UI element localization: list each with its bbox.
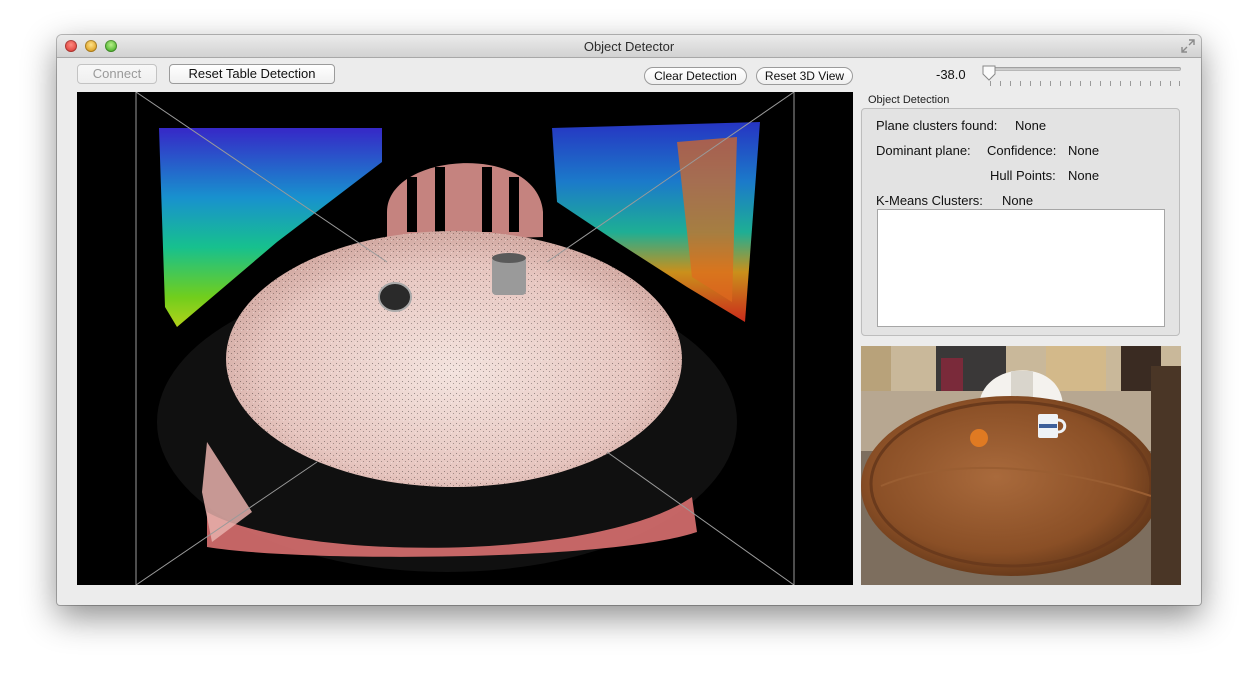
kmeans-clusters-list[interactable]	[877, 209, 1165, 327]
camera-rgb-view	[861, 346, 1181, 585]
app-window: Object Detector Connect Reset Table Dete…	[57, 35, 1201, 605]
dominant-plane-label: Dominant plane:	[876, 143, 971, 158]
hull-points-label: Hull Points:	[990, 168, 1056, 183]
object-detection-title: Object Detection	[868, 94, 950, 106]
kmeans-clusters-label: K-Means Clusters:	[876, 193, 983, 208]
kmeans-clusters-value: None	[1002, 193, 1034, 208]
connect-button[interactable]: Connect	[77, 64, 157, 84]
slider-thumb[interactable]	[982, 65, 996, 81]
reset-3d-view-button[interactable]: Reset 3D View	[756, 67, 853, 85]
plane-clusters-label: Plane clusters found:	[876, 118, 998, 133]
reset-table-detection-button[interactable]: Reset Table Detection	[169, 64, 335, 84]
slider-ticks	[990, 81, 1180, 86]
clear-detection-button[interactable]: Clear Detection	[644, 67, 747, 85]
slider-value: -38.0	[936, 67, 966, 82]
confidence-label: Confidence:	[987, 143, 1057, 158]
object-detection-panel: Plane clusters found: None Dominant plan…	[861, 108, 1180, 336]
point-cloud-3d-view[interactable]	[77, 92, 853, 585]
title-bar[interactable]: Object Detector	[57, 35, 1201, 58]
plane-clusters-value: None	[1015, 118, 1047, 133]
hull-points-value: None	[1068, 168, 1100, 183]
fullscreen-icon[interactable]	[1181, 39, 1195, 53]
slider-track[interactable]	[988, 67, 1181, 71]
confidence-value: None	[1068, 143, 1100, 158]
window-title: Object Detector	[583, 39, 675, 54]
